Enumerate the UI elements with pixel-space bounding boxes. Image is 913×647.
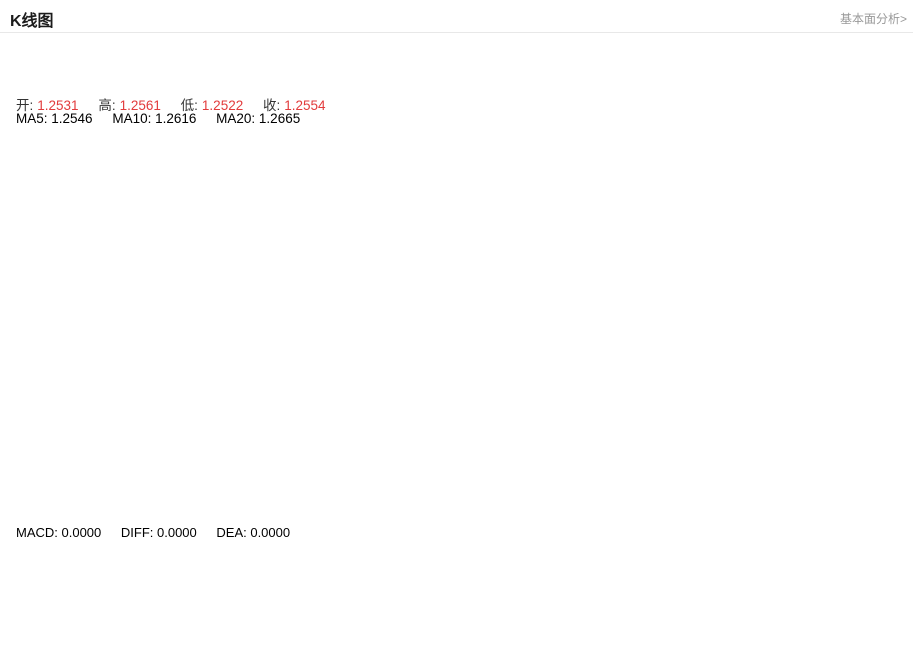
kline-page: K线图 基本面分析> 开:1.2531 高:1.2561 低:1.2522 收:… [0, 0, 913, 647]
page-title: K线图 [10, 7, 54, 31]
fundamental-analysis-link[interactable]: 基本面分析> [840, 10, 907, 27]
kline-chart-svg[interactable] [0, 88, 913, 647]
chart-area: 开:1.2531 高:1.2561 低:1.2522 收:1.2554 MA5:… [0, 88, 913, 647]
page-header: K线图 基本面分析> [0, 0, 913, 33]
